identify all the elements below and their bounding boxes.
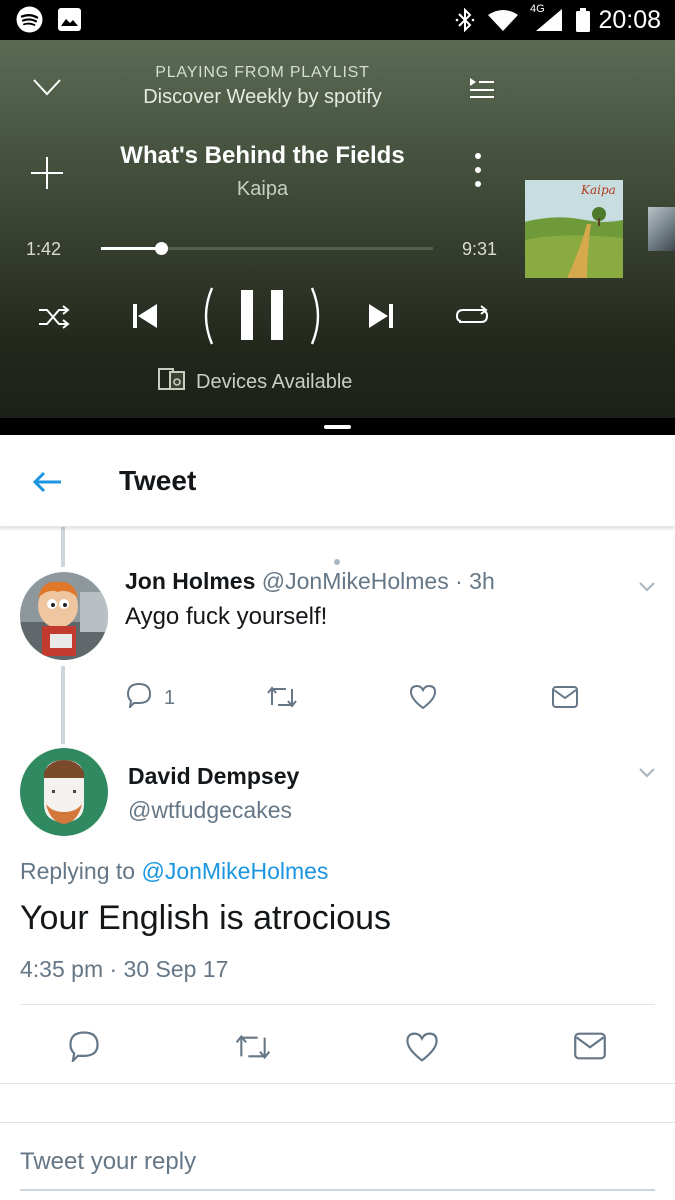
next-track-icon[interactable]	[367, 302, 395, 335]
author-handle[interactable]: @wtfudgecakes	[128, 797, 292, 824]
track-title[interactable]: What's Behind the Fields	[0, 142, 525, 170]
devices-label: Devices Available	[196, 370, 353, 393]
shuffle-icon[interactable]	[37, 304, 71, 335]
track-duration: 9:31	[462, 239, 498, 259]
reply-input-underline	[20, 1189, 655, 1191]
avatar-david-dempsey[interactable]	[20, 748, 108, 836]
section-divider	[0, 1083, 675, 1084]
page-title: Tweet	[119, 465, 197, 496]
previous-track-icon[interactable]	[131, 302, 159, 335]
tweet-header: Tweet	[0, 435, 675, 527]
pause-button[interactable]	[200, 284, 324, 353]
progress-knob[interactable]	[154, 242, 168, 255]
replying-to-prefix: Replying to	[20, 858, 136, 884]
main-like-icon[interactable]	[405, 1031, 439, 1068]
playing-from-label: PLAYING FROM PLAYLIST	[155, 64, 370, 81]
image-icon	[58, 8, 81, 36]
main-direct-message-icon[interactable]	[574, 1032, 606, 1065]
drag-handle[interactable]	[324, 425, 351, 429]
spotify-mini-player: PLAYING FROM PLAYLIST Discover Weekly by…	[0, 40, 675, 420]
elapsed-time: 1:42	[26, 239, 62, 259]
direct-message-icon[interactable]	[552, 686, 578, 713]
reply-tweet-text: Aygo fuck yourself!	[125, 603, 328, 630]
reply-icon	[126, 682, 152, 714]
track-artist[interactable]: Kaipa	[0, 178, 525, 201]
main-retweet-icon[interactable]	[234, 1033, 272, 1066]
main-tweet-menu-chevron-icon[interactable]	[638, 766, 656, 784]
repeat-icon[interactable]	[455, 303, 489, 334]
back-arrow-icon[interactable]	[32, 471, 62, 498]
devices-icon	[158, 368, 186, 396]
more-options-icon[interactable]	[474, 152, 482, 193]
battery-icon	[576, 8, 590, 37]
reply-box-divider	[0, 1122, 675, 1123]
devices-available[interactable]: Devices Available	[158, 368, 352, 396]
tweet-timestamp: 4:35 pm · 30 Sep 17	[20, 956, 229, 982]
avatar-jon-holmes[interactable]	[20, 572, 108, 660]
signal-icon	[536, 9, 562, 36]
queue-icon[interactable]	[468, 76, 496, 105]
reply-author-name[interactable]: Jon Holmes	[125, 568, 255, 594]
divider	[20, 1004, 655, 1005]
retweet-icon[interactable]	[266, 685, 298, 714]
next-album-art-peek[interactable]	[648, 207, 675, 251]
replying-to-link[interactable]: @JonMikeHolmes	[141, 858, 328, 884]
album-title-text: Kaipa	[580, 183, 616, 197]
wifi-icon	[488, 9, 518, 36]
spotify-icon	[16, 6, 43, 38]
main-tweet-text: Your English is atrocious	[20, 899, 392, 937]
album-art[interactable]: Kaipa	[525, 180, 623, 278]
progress-fill	[101, 247, 161, 250]
replying-to: Replying to @JonMikeHolmes	[20, 858, 328, 885]
bluetooth-icon	[455, 7, 475, 37]
author-name[interactable]: David Dempsey	[128, 763, 299, 790]
reply-tweet-age: · 3h	[455, 568, 495, 594]
thread-line-top	[61, 527, 65, 567]
progress-bar[interactable]	[101, 242, 433, 255]
reply-count: 1	[164, 686, 176, 709]
playlist-name[interactable]: Discover Weekly by spotify	[0, 86, 525, 109]
main-reply-icon[interactable]	[68, 1030, 100, 1067]
like-icon[interactable]	[409, 684, 437, 715]
status-bar: 4G 20:08	[0, 0, 675, 40]
tweet-menu-chevron-icon[interactable]	[638, 580, 656, 598]
reply-action[interactable]: 1	[126, 682, 175, 714]
reply-author-handle[interactable]: @JonMikeHolmes	[262, 568, 449, 594]
reply-tweet-header: Jon Holmes @JonMikeHolmes · 3h	[125, 568, 495, 595]
clock: 20:08	[598, 6, 661, 34]
thread-line-bottom	[61, 666, 65, 744]
reply-input[interactable]: Tweet your reply	[20, 1148, 196, 1176]
